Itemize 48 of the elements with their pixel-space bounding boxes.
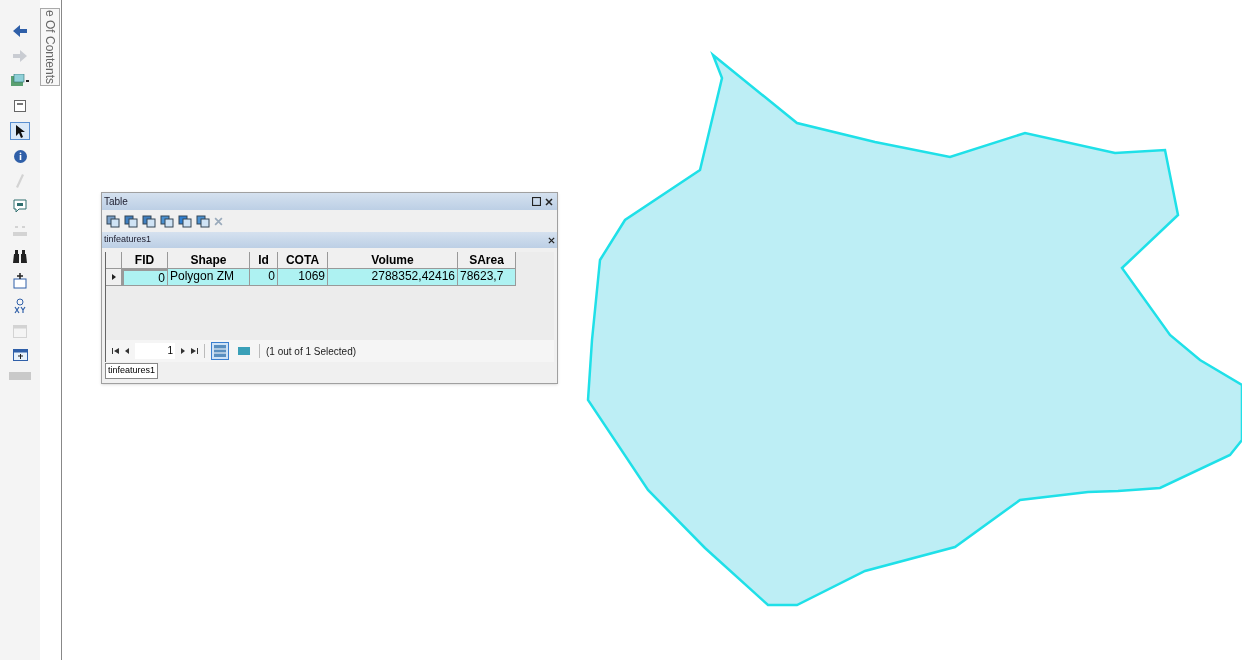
- next-record-icon[interactable]: [181, 348, 185, 354]
- column-header[interactable]: SArea: [458, 252, 516, 269]
- table-cell[interactable]: 1069: [278, 269, 328, 286]
- go-to-xy-icon: [13, 298, 27, 314]
- layer-table-title: tinfeatures1: [104, 233, 152, 247]
- forward-arrow-icon: [13, 50, 27, 62]
- record-field[interactable]: 1: [135, 343, 175, 359]
- table-cell[interactable]: 78623,7: [458, 269, 516, 286]
- hyperlink-icon: [13, 273, 27, 289]
- table-tab[interactable]: tinfeatures1: [105, 363, 159, 379]
- maximize-icon[interactable]: [532, 197, 541, 206]
- selection-status: (1 out of 1 Selected): [266, 344, 357, 359]
- pointer-icon: [15, 124, 25, 138]
- window-icon: [13, 324, 27, 338]
- column-header[interactable]: Shape: [168, 252, 250, 269]
- row-selector[interactable]: [106, 269, 122, 286]
- close-icon[interactable]: [548, 236, 555, 244]
- table-row-icon: [238, 347, 250, 355]
- toolbar-tool[interactable]: [10, 122, 30, 140]
- current-row-icon: [111, 274, 116, 280]
- viewer-window-icon: [12, 349, 28, 363]
- column-header[interactable]: COTA: [278, 252, 328, 269]
- previous-record-icon[interactable]: [125, 348, 129, 354]
- toolbar-tool[interactable]: [10, 272, 30, 290]
- pencil-icon: [16, 174, 24, 188]
- table-of-contents-tab[interactable]: e Of Contents: [40, 8, 60, 87]
- window-title: Table: [104, 195, 128, 209]
- page-icon: [14, 100, 26, 112]
- column-header[interactable]: Id: [250, 252, 278, 269]
- binoculars-icon: [13, 249, 27, 263]
- table-cell[interactable]: 2788352,42416: [328, 269, 458, 286]
- column-header[interactable]: Volume: [328, 252, 458, 269]
- table-cell[interactable]: 0: [122, 269, 168, 286]
- toolbar-tool[interactable]: [10, 247, 30, 265]
- column-header[interactable]: FID: [122, 252, 168, 269]
- table-rows-icon: [214, 345, 226, 357]
- grid-icon: [13, 225, 27, 237]
- first-record-icon[interactable]: [112, 348, 119, 354]
- close-icon[interactable]: [545, 197, 553, 206]
- table-cell[interactable]: Polygon ZM: [168, 269, 250, 286]
- table-cell[interactable]: 0: [250, 269, 278, 286]
- info-icon: [13, 149, 27, 163]
- back-arrow-icon: [13, 25, 27, 37]
- callout-icon: [13, 199, 27, 213]
- show-all-records-button[interactable]: [211, 342, 229, 360]
- map-layers-icon: [11, 74, 29, 88]
- toolbar-grip[interactable]: [9, 372, 31, 380]
- last-record-icon[interactable]: [191, 348, 198, 354]
